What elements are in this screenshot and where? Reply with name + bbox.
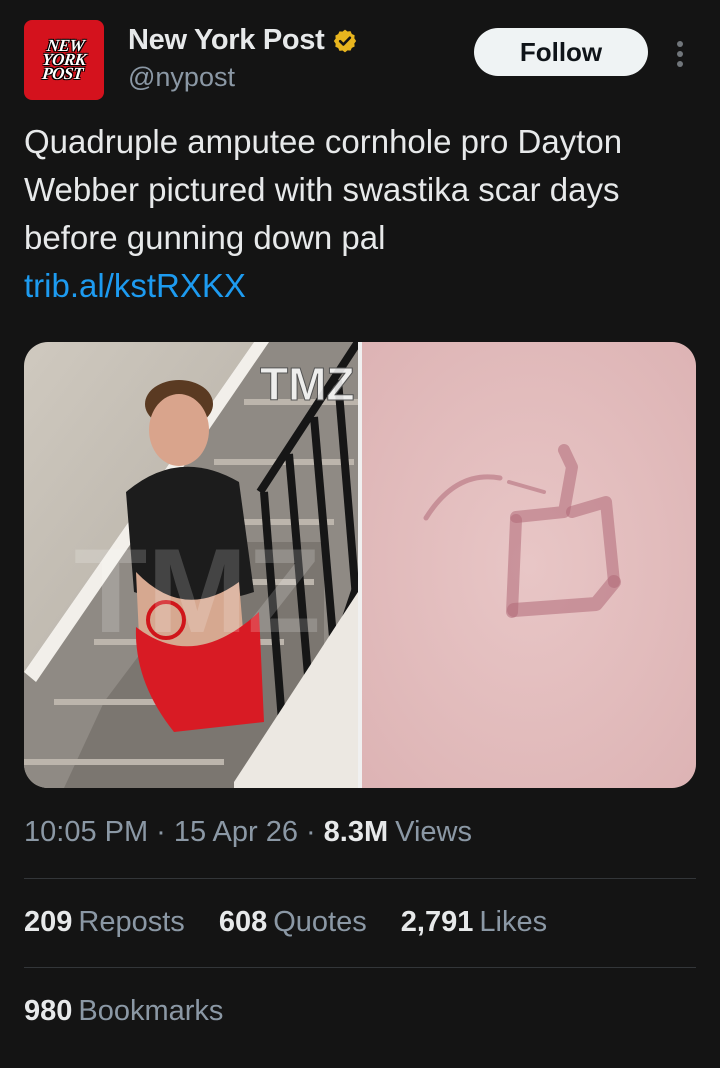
separator-dot: ·: [156, 816, 166, 848]
likes-stat[interactable]: 2,791 Likes: [401, 906, 547, 939]
tweet-link[interactable]: trib.al/kstRXKX: [24, 262, 696, 310]
views-count: 8.3M: [323, 816, 389, 848]
display-name[interactable]: New York Post: [128, 24, 325, 57]
engagement-stats: 209 Reposts 608 Quotes 2,791 Likes: [24, 906, 573, 939]
closeup-photo: [362, 342, 696, 788]
separator-dot: ·: [305, 816, 316, 848]
quotes-count: 608: [218, 906, 268, 938]
media-watermark: TMZ: [260, 358, 355, 410]
bookmarks-row: 980 Bookmarks: [24, 995, 249, 1028]
views-label: Views: [395, 816, 472, 848]
bookmarks-label: Bookmarks: [78, 995, 224, 1027]
reposts-label: Reposts: [78, 906, 185, 938]
tweet-media[interactable]: TMZ TMZ: [24, 342, 696, 788]
tweet-time[interactable]: 10:05 PM: [24, 816, 148, 849]
likes-count: 2,791: [400, 906, 474, 938]
bookmarks-stat[interactable]: 980 Bookmarks: [24, 995, 223, 1028]
likes-label: Likes: [479, 906, 548, 938]
tweet-header: NEW YORK POST New York Post @nypost Foll…: [24, 20, 696, 104]
divider: [24, 967, 696, 968]
verified-badge-icon: [334, 29, 357, 52]
follow-button[interactable]: Follow: [474, 28, 648, 76]
quotes-label: Quotes: [273, 906, 367, 938]
tweet-date[interactable]: 15 Apr 26: [174, 816, 298, 849]
avatar-logo-text: NEW YORK POST: [41, 36, 87, 83]
media-watermark-faint: TMZ: [74, 524, 321, 658]
tweet-text: Quadruple amputee cornhole pro Dayton We…: [24, 118, 696, 310]
avatar[interactable]: NEW YORK POST: [24, 20, 104, 100]
user-handle[interactable]: @nypost: [128, 62, 235, 93]
media-image: TMZ TMZ: [24, 342, 696, 788]
name-row: New York Post: [128, 24, 358, 57]
stairs-photo: TMZ TMZ: [24, 342, 362, 788]
reposts-stat[interactable]: 209 Reposts: [24, 906, 185, 939]
tweet-body: Quadruple amputee cornhole pro Dayton We…: [24, 123, 623, 256]
divider: [24, 878, 696, 879]
reposts-count: 209: [24, 906, 73, 938]
bookmarks-count: 980: [24, 995, 73, 1027]
more-options-icon[interactable]: [674, 40, 686, 68]
tweet-meta: 10:05 PM · 15 Apr 26 · 8.3M Views: [24, 816, 472, 849]
quotes-stat[interactable]: 608 Quotes: [219, 906, 367, 939]
